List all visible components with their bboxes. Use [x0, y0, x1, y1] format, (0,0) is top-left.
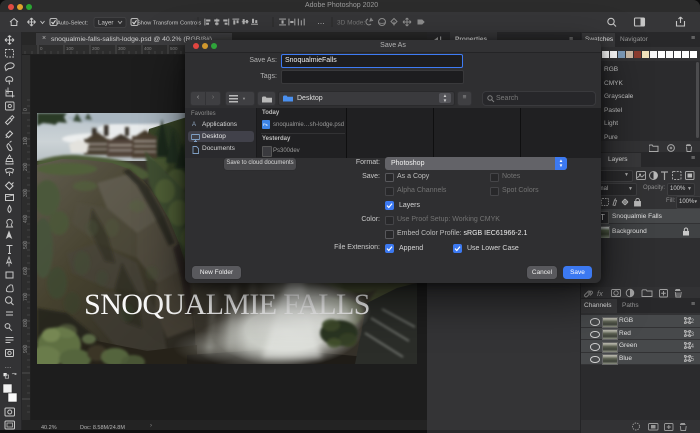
svg-text:200: 200	[23, 162, 29, 171]
svg-text:400: 400	[144, 46, 152, 51]
svg-text:0: 0	[23, 108, 29, 111]
svg-text:300: 300	[23, 188, 29, 197]
svg-text:0: 0	[40, 46, 43, 51]
svg-text:400: 400	[23, 214, 29, 223]
svg-text:300: 300	[118, 46, 126, 51]
svg-text:Layer: Layer	[98, 20, 113, 27]
svg-text:500: 500	[23, 240, 29, 249]
svg-text:Show Transform Controls: Show Transform Controls	[137, 21, 201, 27]
svg-text:700: 700	[23, 292, 29, 301]
svg-text:…: …	[317, 17, 325, 26]
svg-text:100: 100	[23, 136, 29, 145]
svg-text:800: 800	[23, 318, 29, 327]
svg-text:fx: fx	[597, 289, 603, 298]
svg-text:900: 900	[23, 344, 29, 353]
svg-text:3D Mode:: 3D Mode:	[337, 20, 365, 27]
svg-text:500: 500	[170, 46, 178, 51]
svg-text:…: …	[5, 363, 12, 370]
svg-text:Auto-Select:: Auto-Select:	[57, 21, 88, 27]
svg-text:600: 600	[23, 266, 29, 275]
svg-text:200: 200	[92, 46, 100, 51]
svg-text:SNOQUALMIE FALLS: SNOQUALMIE FALLS	[84, 288, 370, 321]
svg-text:100: 100	[66, 46, 74, 51]
